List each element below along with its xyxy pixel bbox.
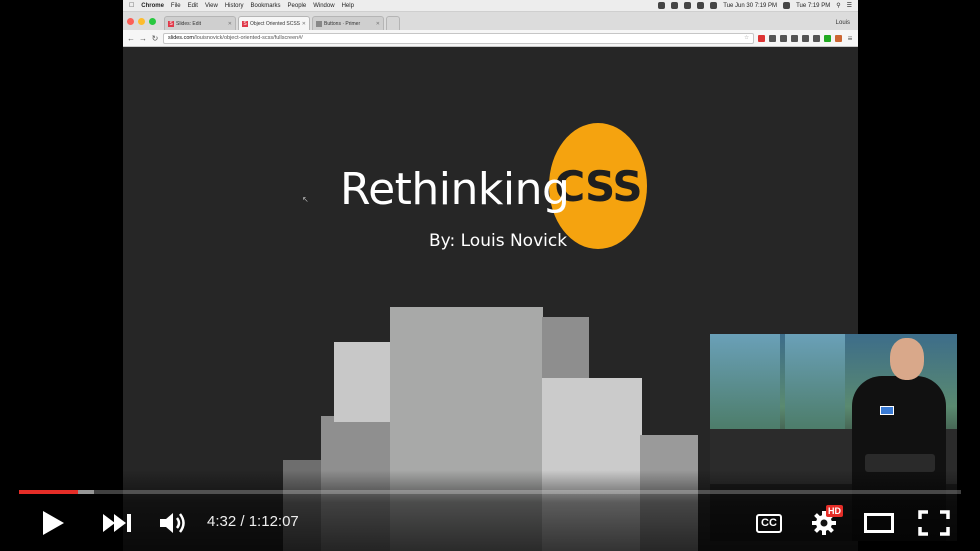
speaker-nametag (880, 406, 894, 415)
slide-byline: By: Louis Novick (429, 231, 568, 251)
menu-people: People (282, 2, 307, 9)
apple-icon:  (129, 2, 134, 9)
extension-icon[interactable] (791, 34, 798, 42)
skyline-block (542, 317, 589, 383)
captions-button[interactable]: CC (753, 508, 785, 538)
bookmark-star-icon[interactable]: ☆ (744, 35, 749, 41)
theater-mode-icon (864, 513, 894, 533)
menu-view: View (199, 2, 218, 9)
extension-icon[interactable] (824, 34, 831, 42)
browser-toolbar: ← → ↻ slides.com/louisnovick/object-orie… (123, 30, 858, 47)
theater-mode-button[interactable] (862, 508, 896, 538)
new-tab-button[interactable] (386, 16, 400, 30)
tab-label: Slides: Edit (176, 20, 202, 27)
menu-bookmarks: Bookmarks (245, 2, 281, 9)
maximize-window-button[interactable] (149, 17, 156, 25)
next-button[interactable] (100, 508, 134, 538)
menu-help: Help (336, 2, 354, 9)
close-window-button[interactable] (127, 17, 134, 25)
volume-icon (160, 513, 185, 533)
webcam-window (785, 334, 845, 429)
menubar-app-name: Chrome (136, 2, 164, 9)
time-display: 4:32 / 1:12:07 (207, 513, 299, 530)
reload-icon[interactable]: ↻ (151, 34, 159, 43)
extension-icons: ≡ (758, 34, 854, 43)
minimize-window-button[interactable] (138, 17, 145, 25)
current-time: 4:32 (207, 513, 237, 530)
play-button[interactable] (38, 508, 68, 538)
duration: 1:12:07 (248, 513, 299, 530)
tab-label: Buttons · Primer (324, 20, 361, 27)
status-icon (658, 2, 666, 9)
slides-favicon-icon: S (168, 20, 174, 27)
search-icon: ⚲ (836, 3, 841, 9)
profile-name[interactable]: Louis (836, 20, 858, 30)
hd-badge: HD (826, 505, 843, 517)
list-icon: ☰ (846, 3, 852, 9)
skip-next-icon (103, 514, 131, 532)
mac-menubar:  Chrome File Edit View History Bookmark… (123, 0, 858, 12)
menu-icon[interactable]: ≡ (846, 34, 854, 43)
fullscreen-button[interactable] (916, 508, 952, 538)
close-tab-icon[interactable]: ✕ (228, 21, 232, 27)
play-icon (43, 511, 64, 535)
extension-icon[interactable] (780, 34, 787, 42)
progress-bar[interactable] (19, 490, 961, 494)
progress-played (19, 490, 79, 494)
status-icon (684, 2, 692, 9)
extension-icon[interactable] (769, 34, 776, 42)
time-separator: / (236, 513, 249, 530)
browser-tab[interactable]: Buttons · Primer ✕ (312, 16, 384, 30)
slides-favicon-icon: S (242, 20, 248, 27)
status-icon (671, 2, 679, 9)
webcam-window (710, 334, 780, 429)
fullscreen-icon (918, 510, 950, 536)
url-domain: slides.com (168, 35, 194, 41)
wifi-icon (697, 2, 705, 9)
clock-icon (783, 2, 791, 9)
menu-window: Window (307, 2, 334, 9)
extension-icon[interactable] (802, 34, 809, 42)
back-icon[interactable]: ← (127, 34, 135, 43)
tab-label: Object Oriented SCSS · Sli (250, 20, 300, 27)
menubar-clock-primary: Tue Jun 30 7:19 PM (723, 2, 778, 9)
captions-label: CC (756, 513, 782, 533)
skyline-block (334, 342, 392, 422)
menu-edit: Edit (182, 2, 198, 9)
browser-tab-active[interactable]: S Object Oriented SCSS · Sli ✕ (238, 16, 310, 30)
close-tab-icon[interactable]: ✕ (302, 21, 306, 27)
battery-icon (710, 2, 718, 9)
mouse-cursor-icon: ↖ (302, 195, 309, 204)
forward-icon[interactable]: → (139, 34, 147, 43)
window-controls (127, 12, 156, 30)
browser-tab[interactable]: S Slides: Edit ✕ (164, 16, 236, 30)
url-path: /louisnovick/object-oriented-scss/fullsc… (193, 35, 303, 41)
menu-history: History (219, 2, 244, 9)
address-bar[interactable]: slides.com/louisnovick/object-oriented-s… (163, 32, 754, 44)
speaker-head (890, 338, 924, 380)
menubar-status-area: Tue Jun 30 7:19 PM Tue 7:19 PM ⚲ ☰ (658, 2, 852, 9)
extension-icon[interactable] (835, 34, 842, 42)
volume-button[interactable] (156, 508, 190, 538)
extension-icon[interactable] (758, 34, 765, 42)
menu-file: File (165, 2, 181, 9)
page-favicon-icon (316, 20, 322, 27)
close-tab-icon[interactable]: ✕ (376, 21, 380, 27)
extension-icon[interactable] (813, 34, 820, 42)
slide-title: Rethinking (340, 164, 570, 215)
browser-tabbar: S Slides: Edit ✕ S Object Oriented SCSS … (123, 12, 858, 30)
menubar-clock-secondary: Tue 7:19 PM (796, 2, 831, 9)
